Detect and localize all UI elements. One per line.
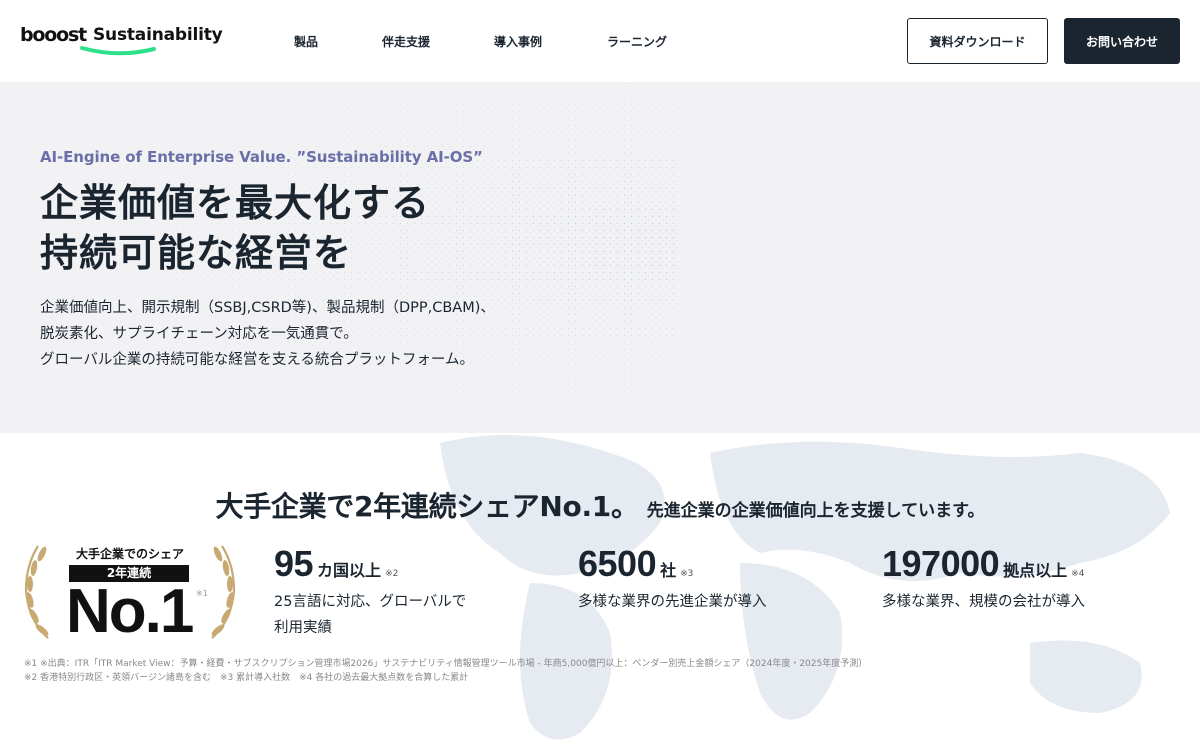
logo-product: Sustainability (93, 25, 223, 45)
stat-companies-desc: 多様な業界の先進企業が導入 (578, 589, 767, 615)
download-materials-button[interactable]: 資料ダウンロード (907, 18, 1048, 64)
stat-locations-desc-line1: 多様な業界、規模の会社が導入 (882, 594, 1085, 610)
logo-brand: booost (20, 24, 87, 46)
stat-locations-unit: 拠点以上 (1003, 561, 1068, 580)
stat-countries-desc-line1: 25言語に対応、グローバルで (274, 594, 467, 610)
nav-item-learning[interactable]: ラーニング (607, 33, 667, 50)
hero-heading: 企業価値を最大化する 持続可能な経営を (40, 178, 430, 278)
stats-title-main: 大手企業で2年連続シェアNo.1。 (215, 490, 639, 523)
stat-countries-desc: 25言語に対応、グローバルで 利用実績 (274, 589, 466, 641)
hero-desc-line3: グローバル企業の持続可能な経営を支える統合プラットフォーム。 (40, 352, 474, 368)
stat-companies-note: ※3 (680, 569, 694, 579)
hero-heading-line2: 持続可能な経営を (40, 231, 353, 275)
stat-companies: 6500 社 ※3 多様な業界の先進企業が導入 (578, 543, 767, 615)
footnote-2: ※2 香港特別行政区・英領バージン諸島を含む ※3 累計導入社数 ※4 各社の過… (24, 673, 469, 683)
stats-section: 大手企業で2年連続シェアNo.1。 先進企業の企業価値向上を支援しています。 大… (0, 433, 1200, 750)
badge-rank: No.1 (66, 577, 194, 646)
stat-countries: 95 カ国以上 ※2 25言語に対応、グローバルで 利用実績 (274, 543, 466, 641)
stats-title-sub: 先進企業の企業価値向上を支援しています。 (646, 501, 985, 521)
badge-note: ※1 (196, 589, 208, 598)
stat-countries-note: ※2 (385, 569, 399, 579)
hero-heading-line1: 企業価値を最大化する (40, 181, 431, 225)
contact-button[interactable]: お問い合わせ (1064, 18, 1180, 64)
stat-locations-desc: 多様な業界、規模の会社が導入 (882, 589, 1085, 615)
nav-item-case-studies[interactable]: 導入事例 (494, 33, 542, 50)
hero-tagline: AI-Engine of Enterprise Value. ”Sustaina… (40, 148, 483, 166)
footnote-1: ※1 ※出典：ITR「ITR Market View：予算・経費・サブスクリプシ… (24, 659, 868, 669)
stat-locations-note: ※4 (1071, 569, 1085, 579)
hero-desc-line1: 企業価値向上、開示規制（SSBJ,CSRD等)、製品規制（DPP,CBAM)、 (40, 300, 495, 316)
hero-section: AI-Engine of Enterprise Value. ”Sustaina… (0, 82, 1200, 433)
nav-item-support[interactable]: 伴走支援 (382, 33, 430, 50)
stat-countries-unit: カ国以上 (317, 561, 382, 580)
stat-countries-desc-line2: 利用実績 (274, 620, 332, 636)
stat-companies-unit: 社 (660, 561, 677, 580)
booost-sustainability-logo[interactable]: booost Sustainability (20, 22, 230, 62)
stat-locations-number: 197000 (882, 543, 1000, 584)
stat-companies-desc-line1: 多様な業界の先進企業が導入 (578, 594, 767, 610)
stat-companies-number: 6500 (578, 543, 657, 584)
stat-locations: 197000 拠点以上 ※4 多様な業界、規模の会社が導入 (882, 543, 1085, 615)
stat-countries-number: 95 (274, 543, 314, 584)
logo-swoosh-icon (80, 46, 156, 56)
hero-description: 企業価値向上、開示規制（SSBJ,CSRD等)、製品規制（DPP,CBAM)、 … (40, 295, 495, 373)
share-no1-badge: 大手企業でのシェア 2年連続 No.1 ※1 (20, 540, 240, 646)
nav-item-products[interactable]: 製品 (294, 33, 318, 50)
stats-title: 大手企業で2年連続シェアNo.1。 先進企業の企業価値向上を支援しています。 (0, 485, 1200, 525)
badge-top-text: 大手企業でのシェア (75, 547, 184, 561)
site-header: booost Sustainability 製品 伴走支援 導入事例 ラーニング… (0, 0, 1200, 82)
footnotes: ※1 ※出典：ITR「ITR Market View：予算・経費・サブスクリプシ… (24, 657, 867, 685)
hero-desc-line2: 脱炭素化、サプライチェーン対応を一気通貫で。 (40, 326, 358, 342)
